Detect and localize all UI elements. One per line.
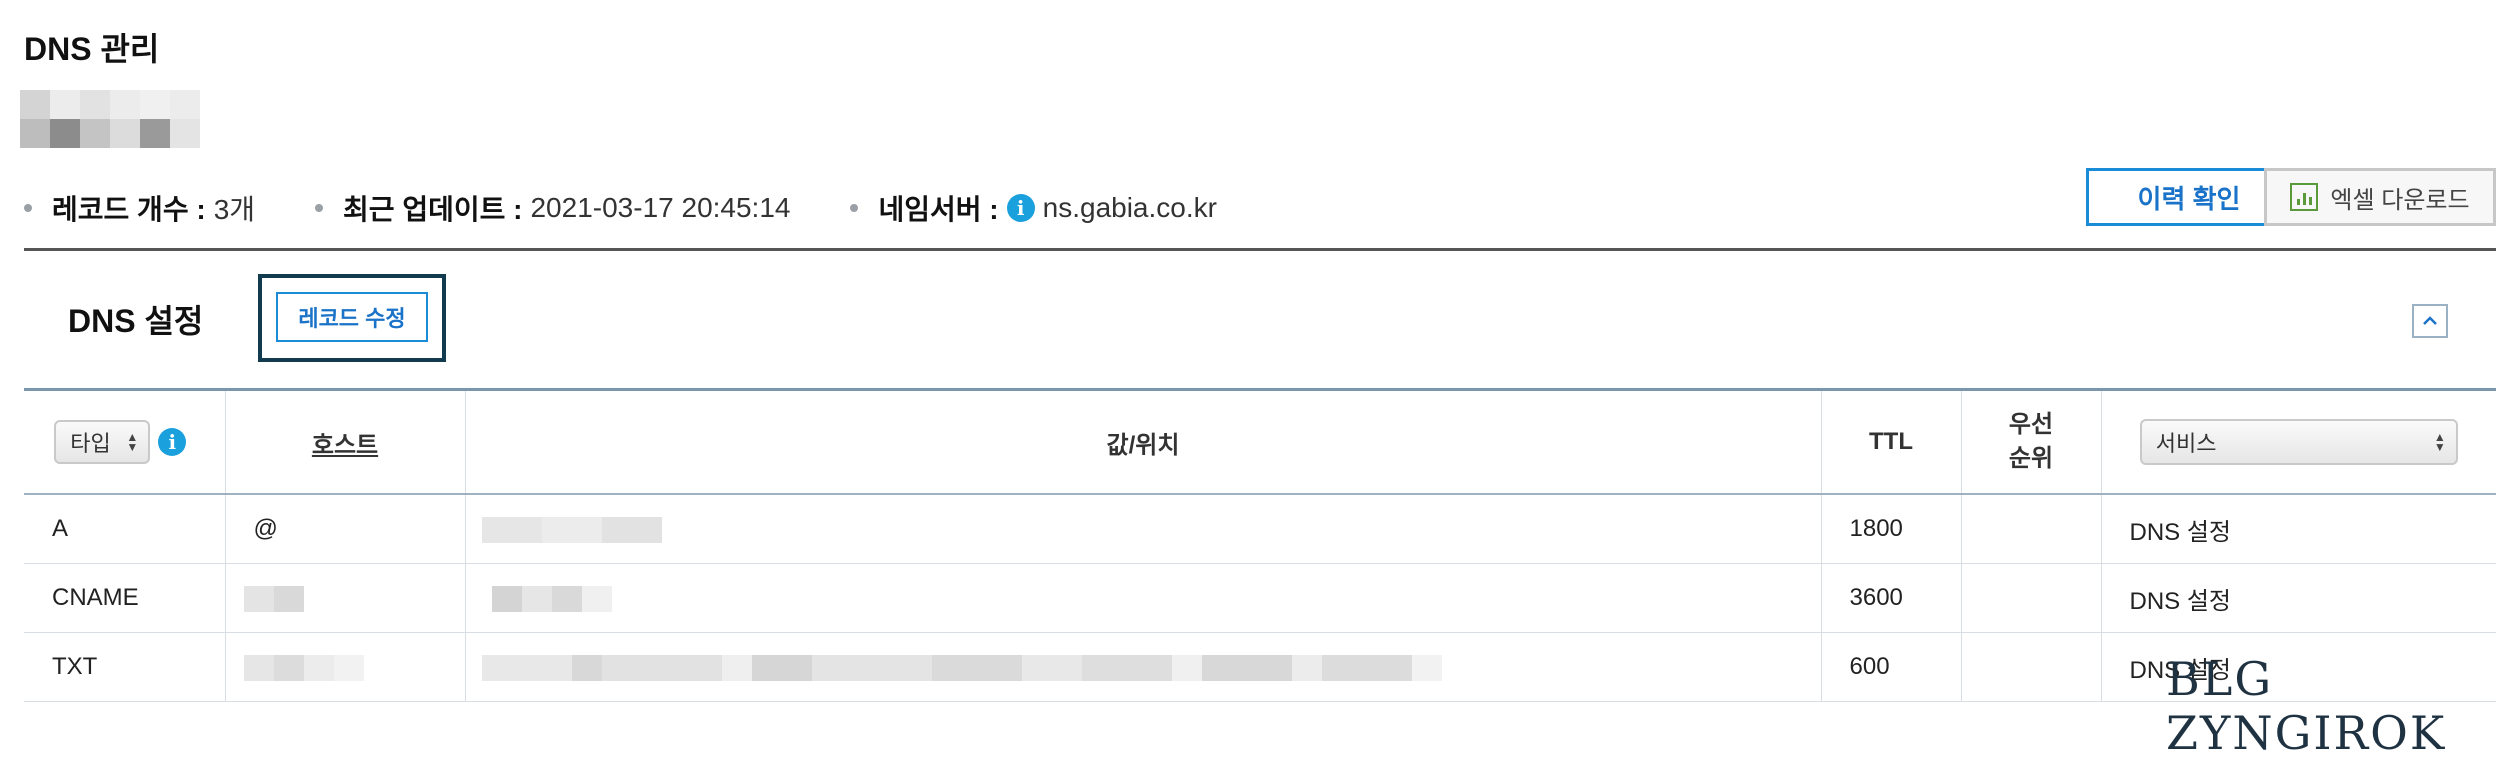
cell-priority [1961, 632, 2102, 702]
record-count-value: 3개 [213, 194, 256, 225]
watermark: BLG ZYNGIROK [2166, 652, 2447, 760]
record-count: 레코드 개수 : 3개 [24, 188, 255, 228]
info-icon[interactable]: i [158, 428, 187, 456]
host-header[interactable]: 호스트 [312, 432, 378, 459]
record-edit-button[interactable]: 레코드 수정 [276, 292, 428, 342]
cell-service: DNS 설정 [2101, 563, 2496, 633]
nameserver-label: 네임서버 : [878, 194, 999, 225]
table-row: A @ 1800 DNS 설정 [24, 494, 2496, 564]
meta-row: 레코드 개수 : 3개 최근 업데이트 : 2021-03-17 20:45:1… [24, 188, 1277, 228]
chevron-up-icon[interactable] [2412, 304, 2448, 338]
redacted-value [481, 653, 1442, 681]
last-update-value: 2021-03-17 20:45:14 [530, 192, 791, 223]
redacted-value [491, 584, 612, 612]
excel-download-label: 엑셀 다운로드 [2330, 186, 2470, 214]
type-select[interactable]: 타입 ▲ ▼ [54, 420, 151, 464]
cell-ttl: 600 [1821, 632, 1962, 702]
last-update-label: 최근 업데이트 : [343, 194, 523, 225]
type-select-value: 타입 [70, 431, 111, 456]
redacted-host [243, 584, 304, 612]
header-divider [24, 248, 2496, 251]
last-update: 최근 업데이트 : 2021-03-17 20:45:14 [315, 188, 790, 228]
cell-value [465, 494, 1822, 564]
cell-host [225, 632, 466, 702]
priority-header-line1: 우선 [2008, 411, 2054, 438]
dns-records-table: 타입 ▲ ▼ i 호스트 값/위치 TTL 우선 순위 서비스 ▲ ▼ A @ … [24, 391, 2496, 702]
th-service: 서비스 ▲ ▼ [2101, 391, 2496, 495]
cell-type: CNAME [24, 563, 226, 633]
excel-download-button[interactable]: 엑셀 다운로드 [2264, 168, 2496, 226]
redacted-domain-image [20, 90, 200, 148]
table-header-row: 타입 ▲ ▼ i 호스트 값/위치 TTL 우선 순위 서비스 ▲ ▼ [24, 391, 2496, 495]
nameserver-value: ns.gabia.co.kr [1042, 192, 1217, 223]
table-row: TXT 600 DNS 설정 [24, 632, 2496, 702]
section-title: DNS 설정 [68, 303, 204, 339]
priority-header-line2: 순위 [2008, 445, 2054, 472]
updown-arrows-icon: ▲ ▼ [126, 430, 139, 454]
th-type: 타입 ▲ ▼ i [24, 391, 226, 495]
cell-value [465, 632, 1822, 702]
record-count-label: 레코드 개수 : [52, 194, 206, 225]
service-select[interactable]: 서비스 ▲ ▼ [2139, 419, 2458, 465]
bullet-icon [24, 204, 32, 212]
bullet-icon [315, 204, 324, 212]
cell-value [465, 563, 1822, 633]
cell-type: A [24, 494, 226, 564]
redacted-value [481, 515, 662, 543]
service-select-value: 서비스 [2155, 431, 2217, 456]
info-icon[interactable]: i [1006, 194, 1035, 222]
history-button[interactable]: 이력 확인 [2086, 168, 2292, 226]
cell-priority [1961, 563, 2102, 633]
cell-ttl: 3600 [1821, 563, 1962, 633]
cell-priority [1961, 494, 2102, 564]
th-priority: 우선 순위 [1961, 391, 2102, 495]
cell-type: TXT [24, 632, 226, 702]
th-value: 값/위치 [465, 391, 1822, 495]
th-ttl: TTL [1821, 391, 1962, 495]
bullet-icon [850, 204, 859, 212]
cell-host [225, 563, 466, 633]
cell-service: DNS 설정 [2101, 494, 2496, 564]
cell-host: @ [225, 494, 466, 564]
table-row: CNAME 3600 DNS 설정 [24, 563, 2496, 633]
page-title: DNS 관리 [24, 31, 160, 67]
nameserver: 네임서버 : i ns.gabia.co.kr [850, 188, 1217, 228]
redacted-host [243, 653, 364, 681]
th-host: 호스트 [225, 391, 466, 495]
bar-chart-icon [2290, 183, 2319, 211]
cell-ttl: 1800 [1821, 494, 1962, 564]
updown-arrows-icon: ▲ ▼ [2433, 430, 2446, 454]
